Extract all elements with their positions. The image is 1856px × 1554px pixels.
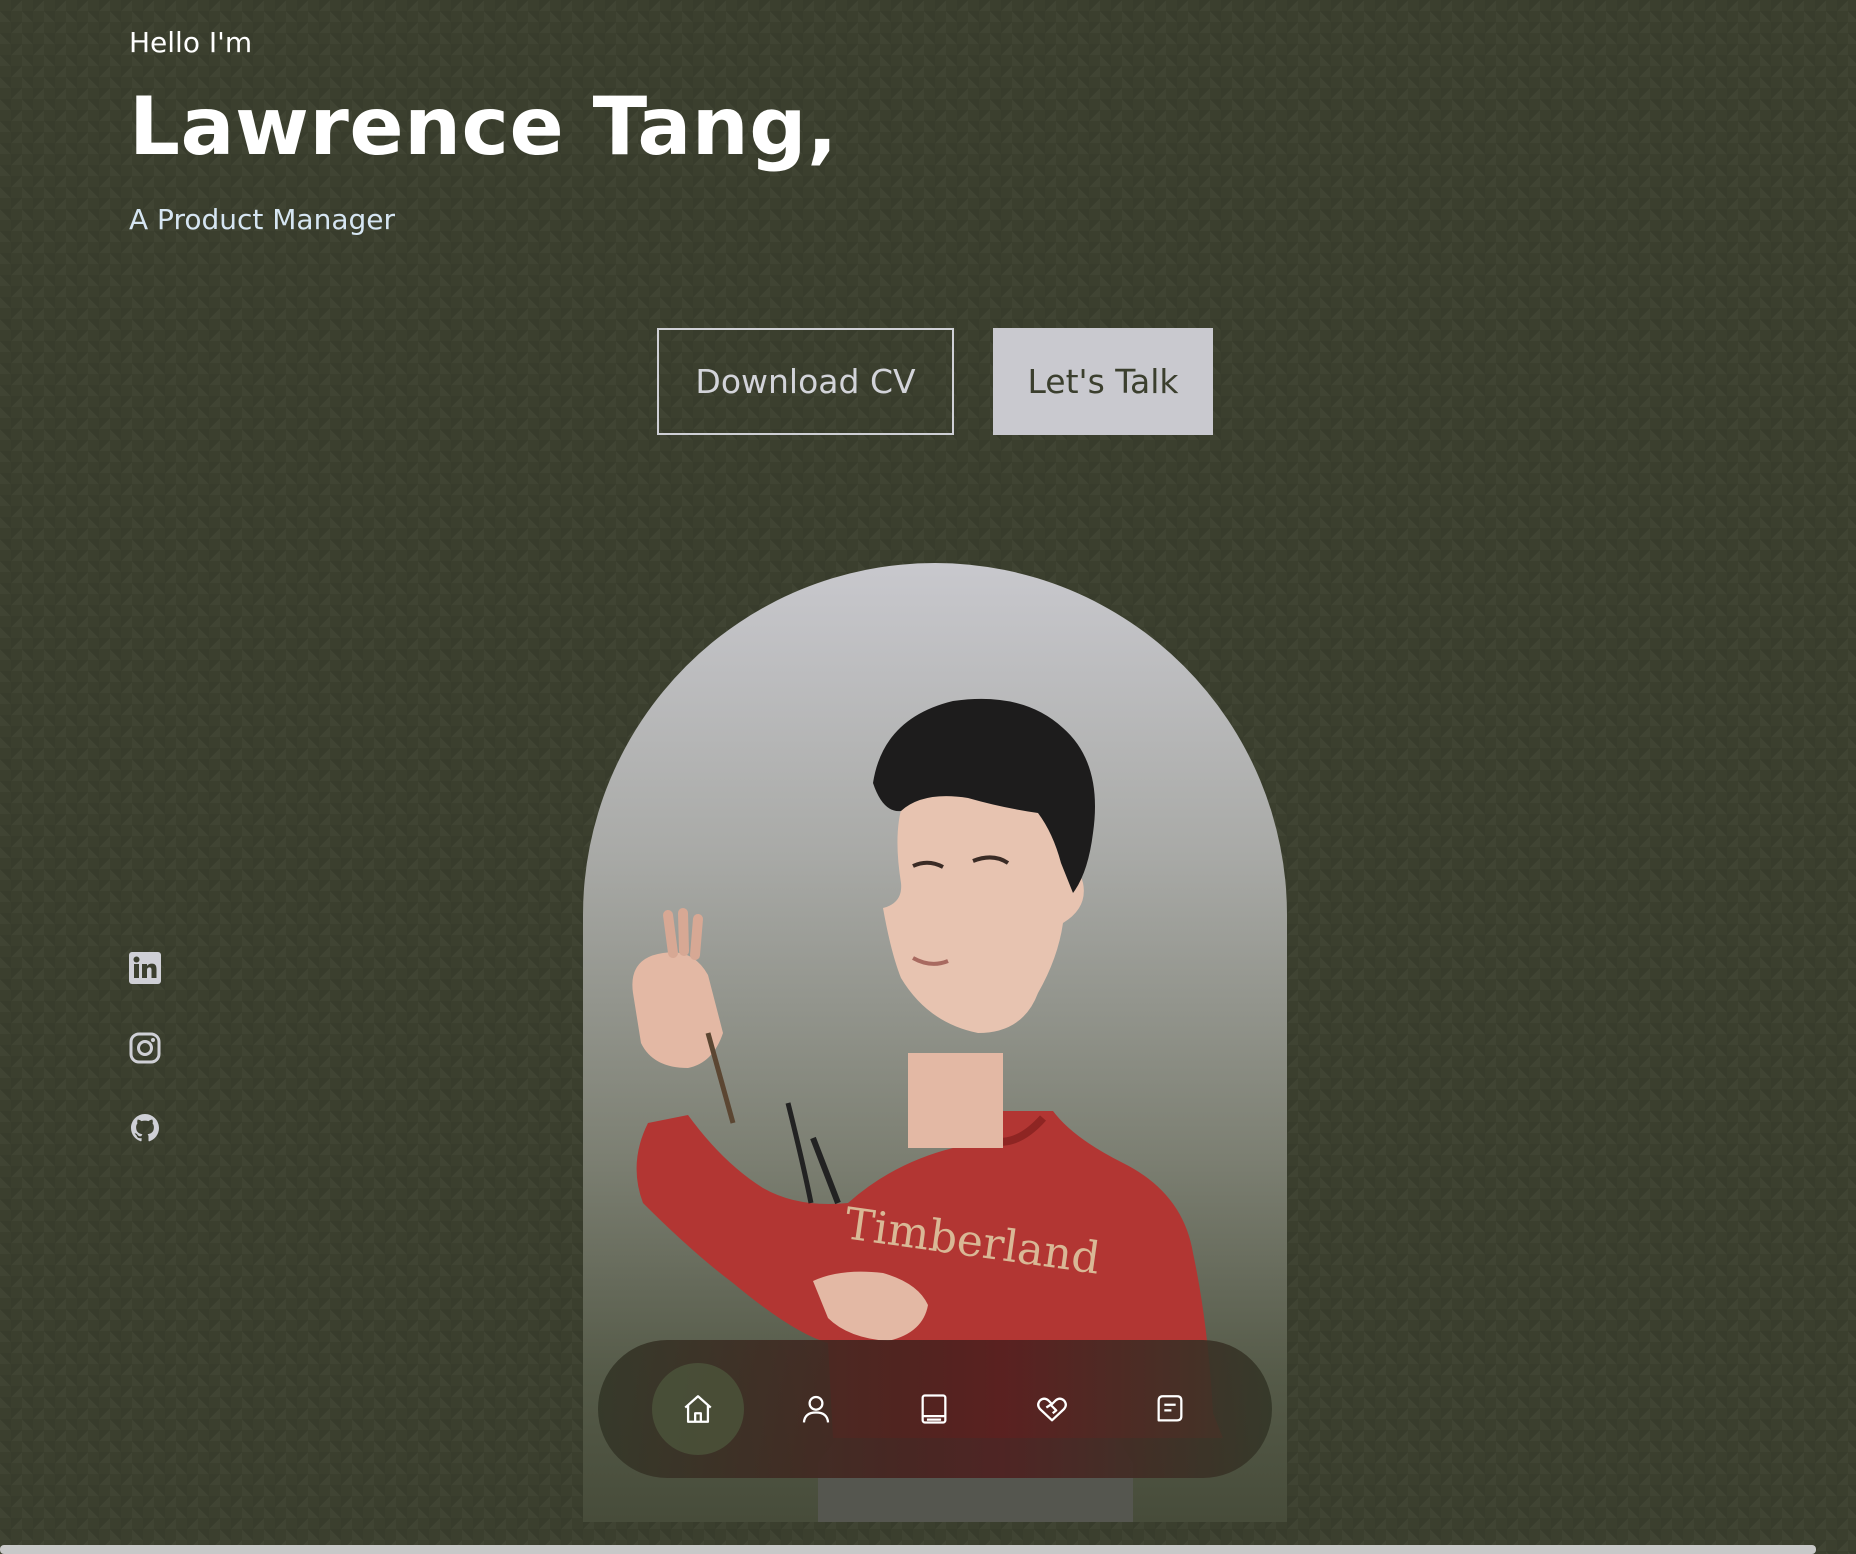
home-icon	[684, 1395, 712, 1423]
handshake-heart-icon	[1037, 1397, 1067, 1422]
hero-name: Lawrence Tang,	[129, 80, 838, 173]
linkedin-icon[interactable]	[129, 952, 161, 984]
nav-services[interactable]	[1006, 1363, 1098, 1455]
hero-section: Hello I'm Lawrence Tang, A Product Manag…	[0, 0, 1856, 1554]
intro-block: Hello I'm Lawrence Tang, A Product Manag…	[129, 26, 838, 236]
horizontal-scrollbar[interactable]	[0, 1545, 1816, 1554]
bottom-nav	[598, 1340, 1272, 1478]
user-icon	[802, 1395, 830, 1423]
lets-talk-button[interactable]: Let's Talk	[993, 328, 1213, 435]
nav-home[interactable]	[652, 1363, 744, 1455]
greeting-text: Hello I'm	[129, 26, 253, 59]
social-links	[129, 952, 161, 1144]
book-icon	[921, 1394, 947, 1424]
cta-group: Download CV Let's Talk	[657, 328, 1213, 435]
message-icon	[1157, 1395, 1183, 1422]
hero-role: A Product Manager	[129, 203, 395, 236]
download-cv-button[interactable]: Download CV	[657, 328, 954, 435]
github-icon[interactable]	[129, 1112, 161, 1144]
instagram-icon[interactable]	[129, 1032, 161, 1064]
nav-about[interactable]	[770, 1363, 862, 1455]
nav-experience[interactable]	[888, 1363, 980, 1455]
nav-contact[interactable]	[1124, 1363, 1216, 1455]
